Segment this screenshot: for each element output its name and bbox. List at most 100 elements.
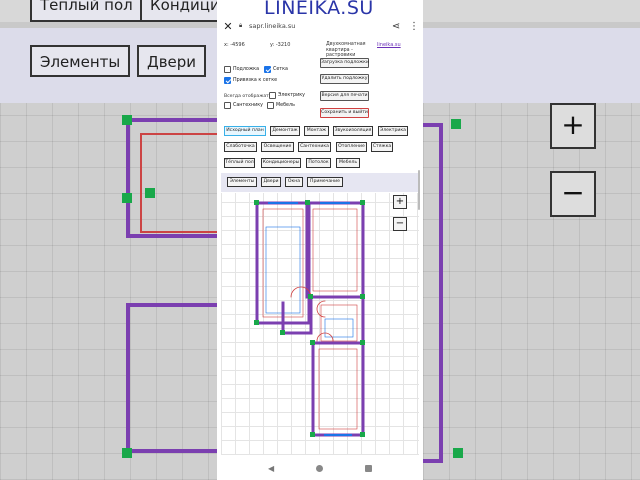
layer-plumbing[interactable]: Сантехника — [298, 142, 331, 152]
background-zoom-out: − — [550, 171, 596, 217]
room-wall-right[interactable] — [305, 201, 365, 299]
background-node — [145, 188, 155, 198]
layer-electrics[interactable]: Электрика — [378, 126, 408, 136]
plan-node[interactable] — [305, 200, 310, 205]
phone-screen: ✕ 🔒︎ sapr.lineika.su ⋖ ⋮ x: -4596 y: -32… — [217, 0, 423, 480]
plan-node[interactable] — [254, 320, 259, 325]
plan-node[interactable] — [254, 200, 259, 205]
layer-soundproofing[interactable]: Звукоизоляция — [333, 126, 373, 136]
url-text[interactable]: sapr.lineika.su — [249, 22, 387, 30]
bathroom-dimension — [320, 304, 358, 342]
layer-screed[interactable]: Стяжка — [371, 142, 393, 152]
plan-node[interactable] — [360, 294, 365, 299]
plan-node[interactable] — [310, 432, 315, 437]
background-top-strip — [423, 0, 640, 22]
room-dimension-lower — [318, 348, 358, 430]
checkbox-label: Сетка — [273, 67, 288, 72]
background-button-elements: Элементы — [30, 45, 131, 77]
share-icon[interactable]: ⋖ — [387, 21, 405, 32]
scrollbar[interactable] — [418, 170, 420, 210]
room-inner-left — [265, 226, 301, 314]
always-show-label: Всегда отображать: — [224, 94, 274, 99]
zoom-out-button[interactable]: − — [393, 217, 407, 231]
background-button-warm-floor: Тёплый пол — [30, 0, 143, 22]
checkbox-snap-to-grid[interactable]: Привязка к сетке — [224, 77, 277, 84]
background-left: Тёплый пол Кондицио Элементы Двери — [0, 0, 217, 480]
room-dimension-right — [312, 208, 358, 292]
layer-ceiling[interactable]: Потолок — [306, 158, 331, 168]
layer-lighting[interactable]: Освещение — [261, 142, 294, 152]
print-version-button[interactable]: Версия для печати — [320, 91, 369, 101]
hallway-wall[interactable] — [281, 295, 365, 345]
background-plan-dimension — [140, 133, 217, 233]
tool-note[interactable]: Примечание — [307, 177, 343, 187]
background-node — [451, 119, 461, 129]
background-plan-wall — [423, 123, 443, 463]
plan-node[interactable] — [308, 294, 313, 299]
checkbox-label: Сантехнику — [233, 103, 263, 108]
layer-initial-plan[interactable]: Исходный план — [224, 126, 266, 136]
more-vert-icon[interactable]: ⋮ — [405, 21, 423, 32]
layer-low-current[interactable]: Слаботочка — [224, 142, 257, 152]
plan-node[interactable] — [310, 340, 315, 345]
plan-node[interactable] — [360, 432, 365, 437]
room-wall-lower[interactable] — [311, 341, 365, 437]
lock-icon: 🔒︎ — [239, 22, 243, 29]
plan-node[interactable] — [360, 200, 365, 205]
background-plan-wall-lower — [126, 303, 217, 453]
checkbox-box[interactable] — [224, 77, 231, 84]
checkbox-box[interactable] — [267, 102, 274, 109]
checkbox-box[interactable] — [224, 66, 231, 73]
delete-underlay-button[interactable]: Удалить подложку — [320, 74, 369, 84]
checkbox-underlay[interactable]: Подложка — [224, 66, 259, 73]
layer-installation[interactable]: Монтаж — [304, 126, 329, 136]
background-node — [122, 448, 132, 458]
background-node — [122, 193, 132, 203]
save-and-exit-button[interactable]: Сохранить и выйти — [320, 108, 369, 118]
background-button-conditioners: Кондицио — [140, 0, 217, 22]
tool-windows[interactable]: Окна — [285, 177, 303, 187]
background-tool-band — [423, 28, 640, 103]
checkbox-label: Подложка — [233, 67, 260, 72]
plan-node[interactable] — [280, 330, 285, 335]
plan-canvas[interactable]: + − — [221, 193, 419, 455]
layer-conditioners[interactable]: Кондиционеры — [261, 158, 301, 168]
zoom-in-button[interactable]: + — [393, 195, 407, 209]
y-coordinate: y: -3210 — [270, 42, 291, 48]
checkbox-box[interactable] — [224, 102, 231, 109]
checkbox-plumbing[interactable]: Сантехнику — [224, 102, 263, 109]
checkbox-box[interactable] — [269, 92, 276, 99]
checkbox-label: Привязка к сетке — [233, 78, 278, 83]
layer-demolition[interactable]: Демонтаж — [270, 126, 300, 136]
back-icon[interactable]: ◀ — [268, 464, 274, 473]
android-nav-bar: ◀ — [217, 456, 423, 480]
recent-apps-icon[interactable] — [365, 464, 372, 472]
background-node — [453, 448, 463, 458]
background-button-doors: Двери — [137, 45, 207, 77]
close-icon[interactable]: ✕ — [217, 20, 239, 33]
site-link[interactable]: lineika.su — [377, 42, 401, 48]
plan-node[interactable] — [360, 340, 365, 345]
background-right: + − — [423, 0, 640, 480]
floor-plan[interactable] — [221, 193, 419, 455]
background-node — [122, 115, 132, 125]
tool-doors[interactable]: Двери — [261, 177, 281, 187]
load-underlay-button[interactable]: Загрузка подложки — [320, 58, 369, 68]
layer-warm-floor[interactable]: Тёплый пол — [224, 158, 255, 168]
layer-heating[interactable]: Отопление — [336, 142, 367, 152]
checkbox-electrics[interactable]: Электрику — [269, 92, 305, 99]
watermark-logo: LINEIKA.SU — [264, 0, 374, 19]
checkbox-label: Мебель — [276, 103, 295, 108]
checkbox-grid[interactable]: Сетка — [264, 66, 288, 73]
room-dimension-left — [262, 208, 304, 318]
screen: Тёплый пол Кондицио Элементы Двери + − L… — [0, 0, 640, 480]
background-grid — [0, 103, 217, 480]
tool-elements[interactable]: Элементы — [227, 177, 257, 187]
background-grid: + − — [423, 103, 640, 480]
checkbox-box[interactable] — [264, 66, 271, 73]
home-icon[interactable] — [316, 464, 324, 472]
layer-furniture[interactable]: Мебель — [336, 158, 360, 168]
checkbox-furniture[interactable]: Мебель — [267, 102, 295, 109]
checkbox-label: Электрику — [278, 93, 305, 98]
x-coordinate: x: -4596 — [224, 42, 245, 48]
